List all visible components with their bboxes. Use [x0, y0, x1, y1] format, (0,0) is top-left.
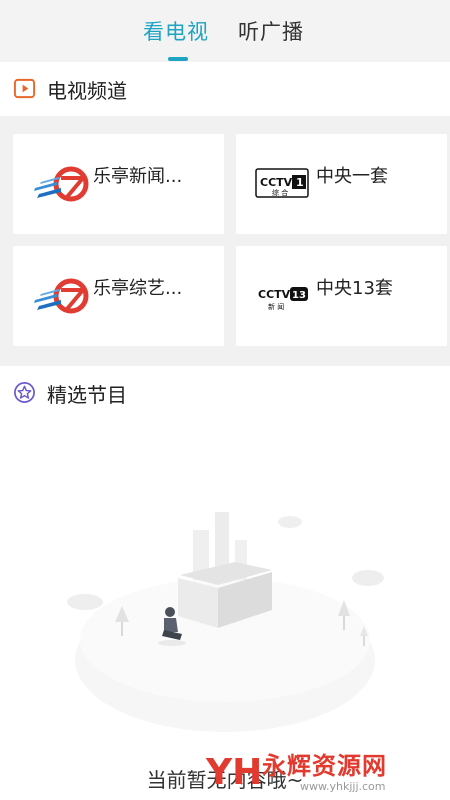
channel-card-cctv13[interactable]: CCTV 13 新 闻 中央13套	[236, 246, 447, 346]
tab-watch-tv[interactable]: 看电视	[143, 16, 209, 46]
svg-text:CCTV: CCTV	[260, 176, 293, 189]
svg-text:CCTV: CCTV	[258, 288, 291, 301]
svg-text:新 闻: 新 闻	[268, 302, 284, 311]
channel-name: 中央一套	[316, 166, 388, 187]
section-title: 精选节目	[47, 383, 127, 407]
video-play-icon	[13, 78, 36, 99]
svg-text:13: 13	[292, 290, 306, 301]
tab-listen-radio[interactable]: 听广播	[238, 16, 304, 46]
channel-name: 乐亭新闻...	[93, 166, 183, 187]
channel-card-leting-news[interactable]: 乐亭新闻...	[13, 134, 224, 234]
star-badge-icon	[14, 382, 35, 403]
watermark-text: 永辉资源网	[262, 752, 387, 780]
cctv1-logo-icon: CCTV 1 综 合	[255, 168, 309, 198]
watermark-logo: YH	[205, 752, 260, 793]
empty-state-illustration	[67, 512, 384, 732]
svg-text:YH: YH	[205, 752, 260, 793]
tv-channels-header: 电视频道	[0, 62, 450, 116]
section-title: 电视频道	[47, 79, 127, 103]
svg-text:1: 1	[296, 176, 304, 189]
channel-name: 中央13套	[316, 278, 393, 299]
watermark: YH 永辉资源网 www.yhkjjj.com	[200, 740, 450, 800]
cctv13-logo-icon: CCTV 13 新 闻	[258, 287, 308, 311]
svg-text:综 合: 综 合	[272, 188, 288, 197]
watermark-url: www.yhkjjj.com	[300, 780, 386, 793]
channel-grid: 乐亭新闻... CCTV 1 综 合 中央一套 乐亭综艺... CCTV 13 …	[0, 116, 450, 366]
channel-card-cctv1[interactable]: CCTV 1 综 合 中央一套	[236, 134, 447, 234]
leting-tv-logo-icon	[34, 278, 89, 314]
leting-tv-logo-icon	[34, 166, 89, 202]
channel-card-leting-variety[interactable]: 乐亭综艺...	[13, 246, 224, 346]
featured-programs-header: 精选节目	[0, 366, 450, 420]
top-tab-bar: 看电视 听广播	[0, 0, 450, 62]
active-tab-indicator	[168, 57, 188, 61]
channel-name: 乐亭综艺...	[93, 278, 183, 299]
